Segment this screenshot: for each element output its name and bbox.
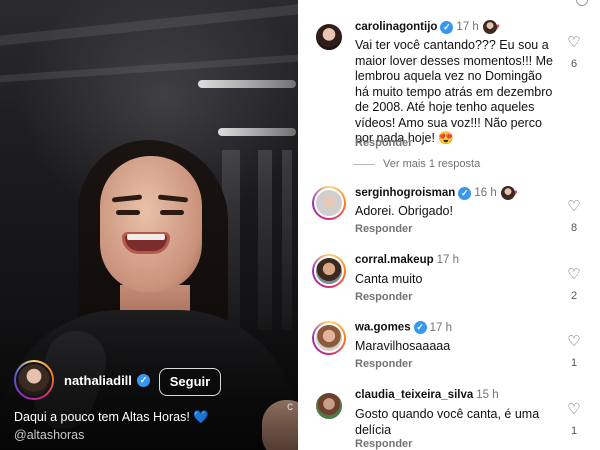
- ceiling-beam: [0, 4, 298, 46]
- reply-button[interactable]: Responder: [355, 438, 412, 450]
- comment-username[interactable]: claudia_teixeira_silva: [355, 389, 473, 401]
- comment-time: 15 h: [476, 389, 499, 401]
- ceiling-light: [198, 80, 296, 88]
- heart-outline-icon[interactable]: ♡: [567, 333, 580, 350]
- comment-header: claudia_teixeira_silva 15 h: [355, 389, 499, 401]
- avatar[interactable]: [312, 20, 346, 54]
- comment-text: Canta muito: [355, 272, 423, 286]
- avatar[interactable]: [312, 186, 346, 220]
- like-button[interactable]: ♡ 6: [566, 34, 582, 70]
- owner-avatar[interactable]: [14, 360, 54, 400]
- ceiling-beam: [0, 54, 298, 83]
- reel-video[interactable]: nathaliadill ✓ Seguir Daqui a pouco tem …: [0, 0, 298, 450]
- verified-badge-icon: ✓: [440, 20, 454, 34]
- like-count: 6: [570, 58, 578, 70]
- view-more-replies[interactable]: Ver mais 1 resposta: [353, 158, 480, 170]
- comment-time: 17 h: [456, 21, 479, 34]
- reply-button[interactable]: Responder: [355, 291, 412, 303]
- like-count: 8: [570, 222, 578, 234]
- comment-time: 17 h: [436, 254, 460, 266]
- comment-time: 16 h: [474, 187, 497, 200]
- verified-badge-icon: ✓: [458, 186, 472, 200]
- heart-outline-icon[interactable]: ♡: [567, 198, 580, 215]
- comment-header: wa.gomes ✓ 17 h: [355, 321, 452, 334]
- comment-text: Maravilhosaaaaa: [355, 339, 451, 353]
- owner-username[interactable]: nathaliadill: [64, 373, 132, 388]
- person-teeth: [127, 234, 165, 240]
- comment-username[interactable]: carolinagontijo: [355, 21, 437, 33]
- follow-button[interactable]: Seguir: [159, 368, 221, 396]
- like-count: 1: [570, 357, 578, 369]
- caption-text: Daqui a pouco tem Altas Horas! 💙: [14, 410, 209, 424]
- reply-button[interactable]: Responder: [355, 137, 412, 149]
- avatar[interactable]: [312, 321, 346, 355]
- ceiling-light: [218, 128, 296, 136]
- comment-text: Gosto quando você canta, é uma delícia: [355, 407, 540, 437]
- more-options-icon[interactable]: [576, 0, 588, 6]
- comments-panel[interactable]: carolinagontijo✓17 h♥ Vai ter você canta…: [298, 0, 600, 450]
- comment-header: carolinagontijo✓17 h♥: [355, 20, 500, 34]
- divider-line: [353, 163, 375, 165]
- verified-badge-icon: ✓: [137, 374, 150, 387]
- comment-username[interactable]: wa.gomes: [355, 322, 411, 334]
- like-button[interactable]: ♡ 1: [566, 333, 582, 369]
- avatar[interactable]: [312, 254, 346, 288]
- like-count: 2: [570, 290, 578, 302]
- like-button[interactable]: ♡ 1: [566, 401, 582, 437]
- like-button[interactable]: ♡ 2: [566, 266, 582, 302]
- caption-mention[interactable]: @altashoras: [14, 428, 84, 442]
- person-face: [100, 156, 202, 292]
- comment-text: Adorei. Obrigado!: [355, 204, 453, 218]
- comment-username[interactable]: corral.makeup: [355, 254, 434, 266]
- verified-badge-icon: ✓: [413, 321, 427, 334]
- heart-outline-icon[interactable]: ♡: [567, 34, 580, 51]
- person-eye: [116, 210, 140, 215]
- avatar[interactable]: [312, 389, 346, 423]
- comment-username[interactable]: serginhogroisman: [355, 187, 455, 199]
- author-reaction-avatar: [482, 20, 497, 34]
- comment-text: Vai ter você cantando??? Eu sou a maior …: [355, 38, 553, 145]
- heart-outline-icon[interactable]: ♡: [567, 266, 580, 283]
- reply-button[interactable]: Responder: [355, 223, 412, 235]
- post-caption: Daqui a pouco tem Altas Horas! 💙: [14, 410, 209, 425]
- comment-header: serginhogroisman✓16 h♥: [355, 186, 518, 200]
- comment-time: 17 h: [429, 321, 452, 334]
- reply-button[interactable]: Responder: [355, 358, 412, 370]
- background-pillar: [258, 150, 272, 330]
- like-count: 1: [570, 425, 578, 437]
- view-more-replies-label: Ver mais 1 resposta: [383, 158, 481, 170]
- person-eye: [160, 210, 184, 215]
- author-reaction-avatar: [500, 186, 515, 200]
- overflow-text: c: [287, 399, 293, 413]
- background-pillar: [282, 150, 292, 330]
- heart-outline-icon[interactable]: ♡: [567, 401, 580, 418]
- comment-header: corral.makeup 17 h: [355, 254, 459, 266]
- like-button[interactable]: ♡ 8: [566, 198, 582, 234]
